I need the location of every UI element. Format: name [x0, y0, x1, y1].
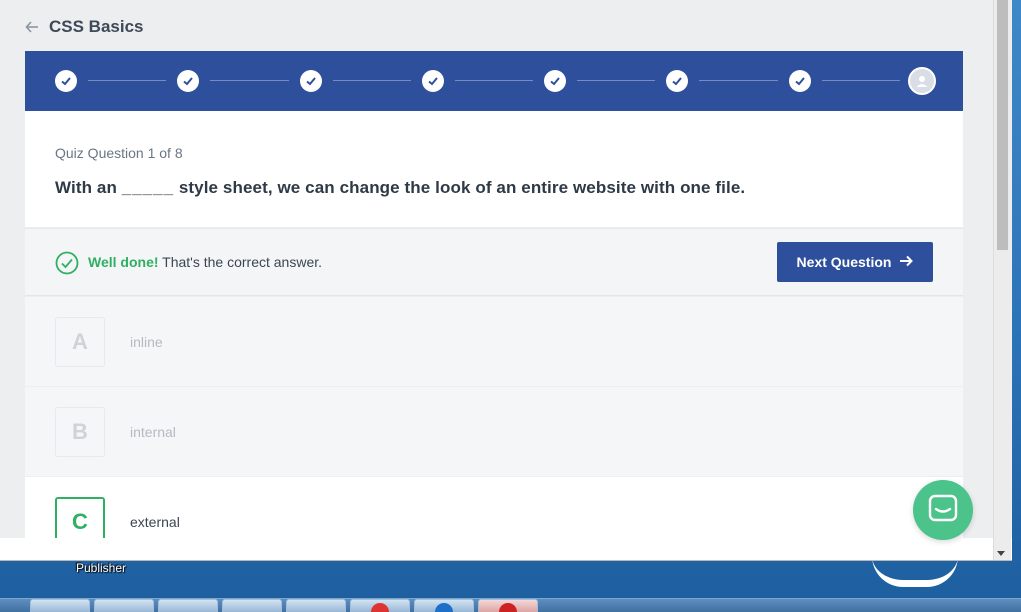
check-circle-icon: [55, 251, 79, 275]
checkmark-icon: [305, 77, 316, 86]
desktop-icon-label[interactable]: Publisher: [76, 561, 126, 575]
answer-option-letter: A: [55, 317, 105, 367]
progress-connector: [454, 80, 534, 81]
question-counter: Quiz Question 1 of 8: [55, 145, 183, 161]
taskbar-item-7[interactable]: [414, 599, 474, 612]
taskbar-item-1[interactable]: [30, 599, 90, 612]
arrow-right-icon: [899, 254, 914, 271]
browser-viewport: CSS Basics Quiz Question 1 of 8 With an …: [0, 0, 1012, 561]
question-text-before: With an: [55, 178, 122, 197]
progress-step-complete: [177, 70, 200, 92]
taskbar-item-4[interactable]: [222, 599, 282, 612]
feedback-detail: That's the correct answer.: [158, 254, 323, 270]
app-icon: [499, 603, 517, 612]
answer-option-label: external: [130, 514, 180, 530]
checkmark-icon: [61, 77, 71, 86]
answer-option-label: inline: [130, 334, 163, 350]
question-text-after: style sheet, we can change the look of a…: [174, 178, 746, 197]
feedback-bar: Well done! That's the correct answer. Ne…: [25, 228, 963, 296]
user-avatar-icon: [916, 76, 928, 87]
chat-icon: [928, 494, 958, 527]
next-question-button[interactable]: Next Question: [777, 242, 933, 282]
taskbar-item-5[interactable]: [286, 599, 346, 612]
progress-step-current: [908, 67, 936, 95]
taskbar: [0, 598, 1021, 612]
progress-connector: [577, 80, 656, 81]
scrollbar-thumb[interactable]: [997, 0, 1008, 250]
app-icon: [371, 603, 389, 612]
progress-connector: [821, 80, 900, 81]
feedback-message: Well done! That's the correct answer.: [88, 254, 322, 270]
checkmark-icon: [550, 77, 560, 86]
next-question-label: Next Question: [796, 254, 892, 270]
progress-step-complete: [55, 70, 77, 92]
page-header: CSS Basics: [25, 17, 144, 37]
taskbar-item-6[interactable]: [350, 599, 410, 612]
checkmark-icon: [428, 77, 438, 86]
progress-connector: [88, 80, 167, 81]
taskbar-item-3[interactable]: [158, 599, 218, 612]
progress-step-complete: [299, 70, 322, 92]
taskbar-item-2[interactable]: [94, 599, 154, 612]
taskbar-item-8[interactable]: [478, 599, 538, 612]
progress-connector: [699, 80, 778, 81]
window-bottom-strip: [0, 538, 1012, 560]
question-text: With an _____ style sheet, we can change…: [55, 178, 745, 198]
checkmark-icon: [183, 77, 194, 86]
scroll-down-arrow-icon[interactable]: [997, 551, 1005, 556]
checkmark-icon: [672, 77, 683, 86]
vertical-scrollbar[interactable]: [993, 0, 1011, 560]
course-title: CSS Basics: [49, 17, 144, 36]
question-blank: _____: [121, 178, 175, 197]
question-card: Quiz Question 1 of 8 With an _____ style…: [25, 111, 963, 227]
checkmark-icon: [795, 77, 805, 86]
answer-option[interactable]: Ainline: [25, 297, 963, 387]
answer-option-label: internal: [130, 424, 176, 440]
progress-connector: [210, 80, 289, 81]
answer-option-letter: B: [55, 407, 105, 457]
progress-step-complete: [544, 70, 567, 92]
progress-step-complete: [421, 70, 444, 92]
answer-option[interactable]: Binternal: [25, 387, 963, 477]
progress-step-complete: [788, 70, 811, 92]
quiz-progress-bar: [25, 51, 963, 111]
back-arrow-icon[interactable]: [25, 20, 39, 34]
progress-step-complete: [666, 70, 689, 92]
feedback-emphasis: Well done!: [88, 254, 159, 270]
chat-launcher-button[interactable]: [913, 480, 973, 540]
progress-connector: [332, 80, 411, 81]
app-icon: [435, 603, 453, 612]
